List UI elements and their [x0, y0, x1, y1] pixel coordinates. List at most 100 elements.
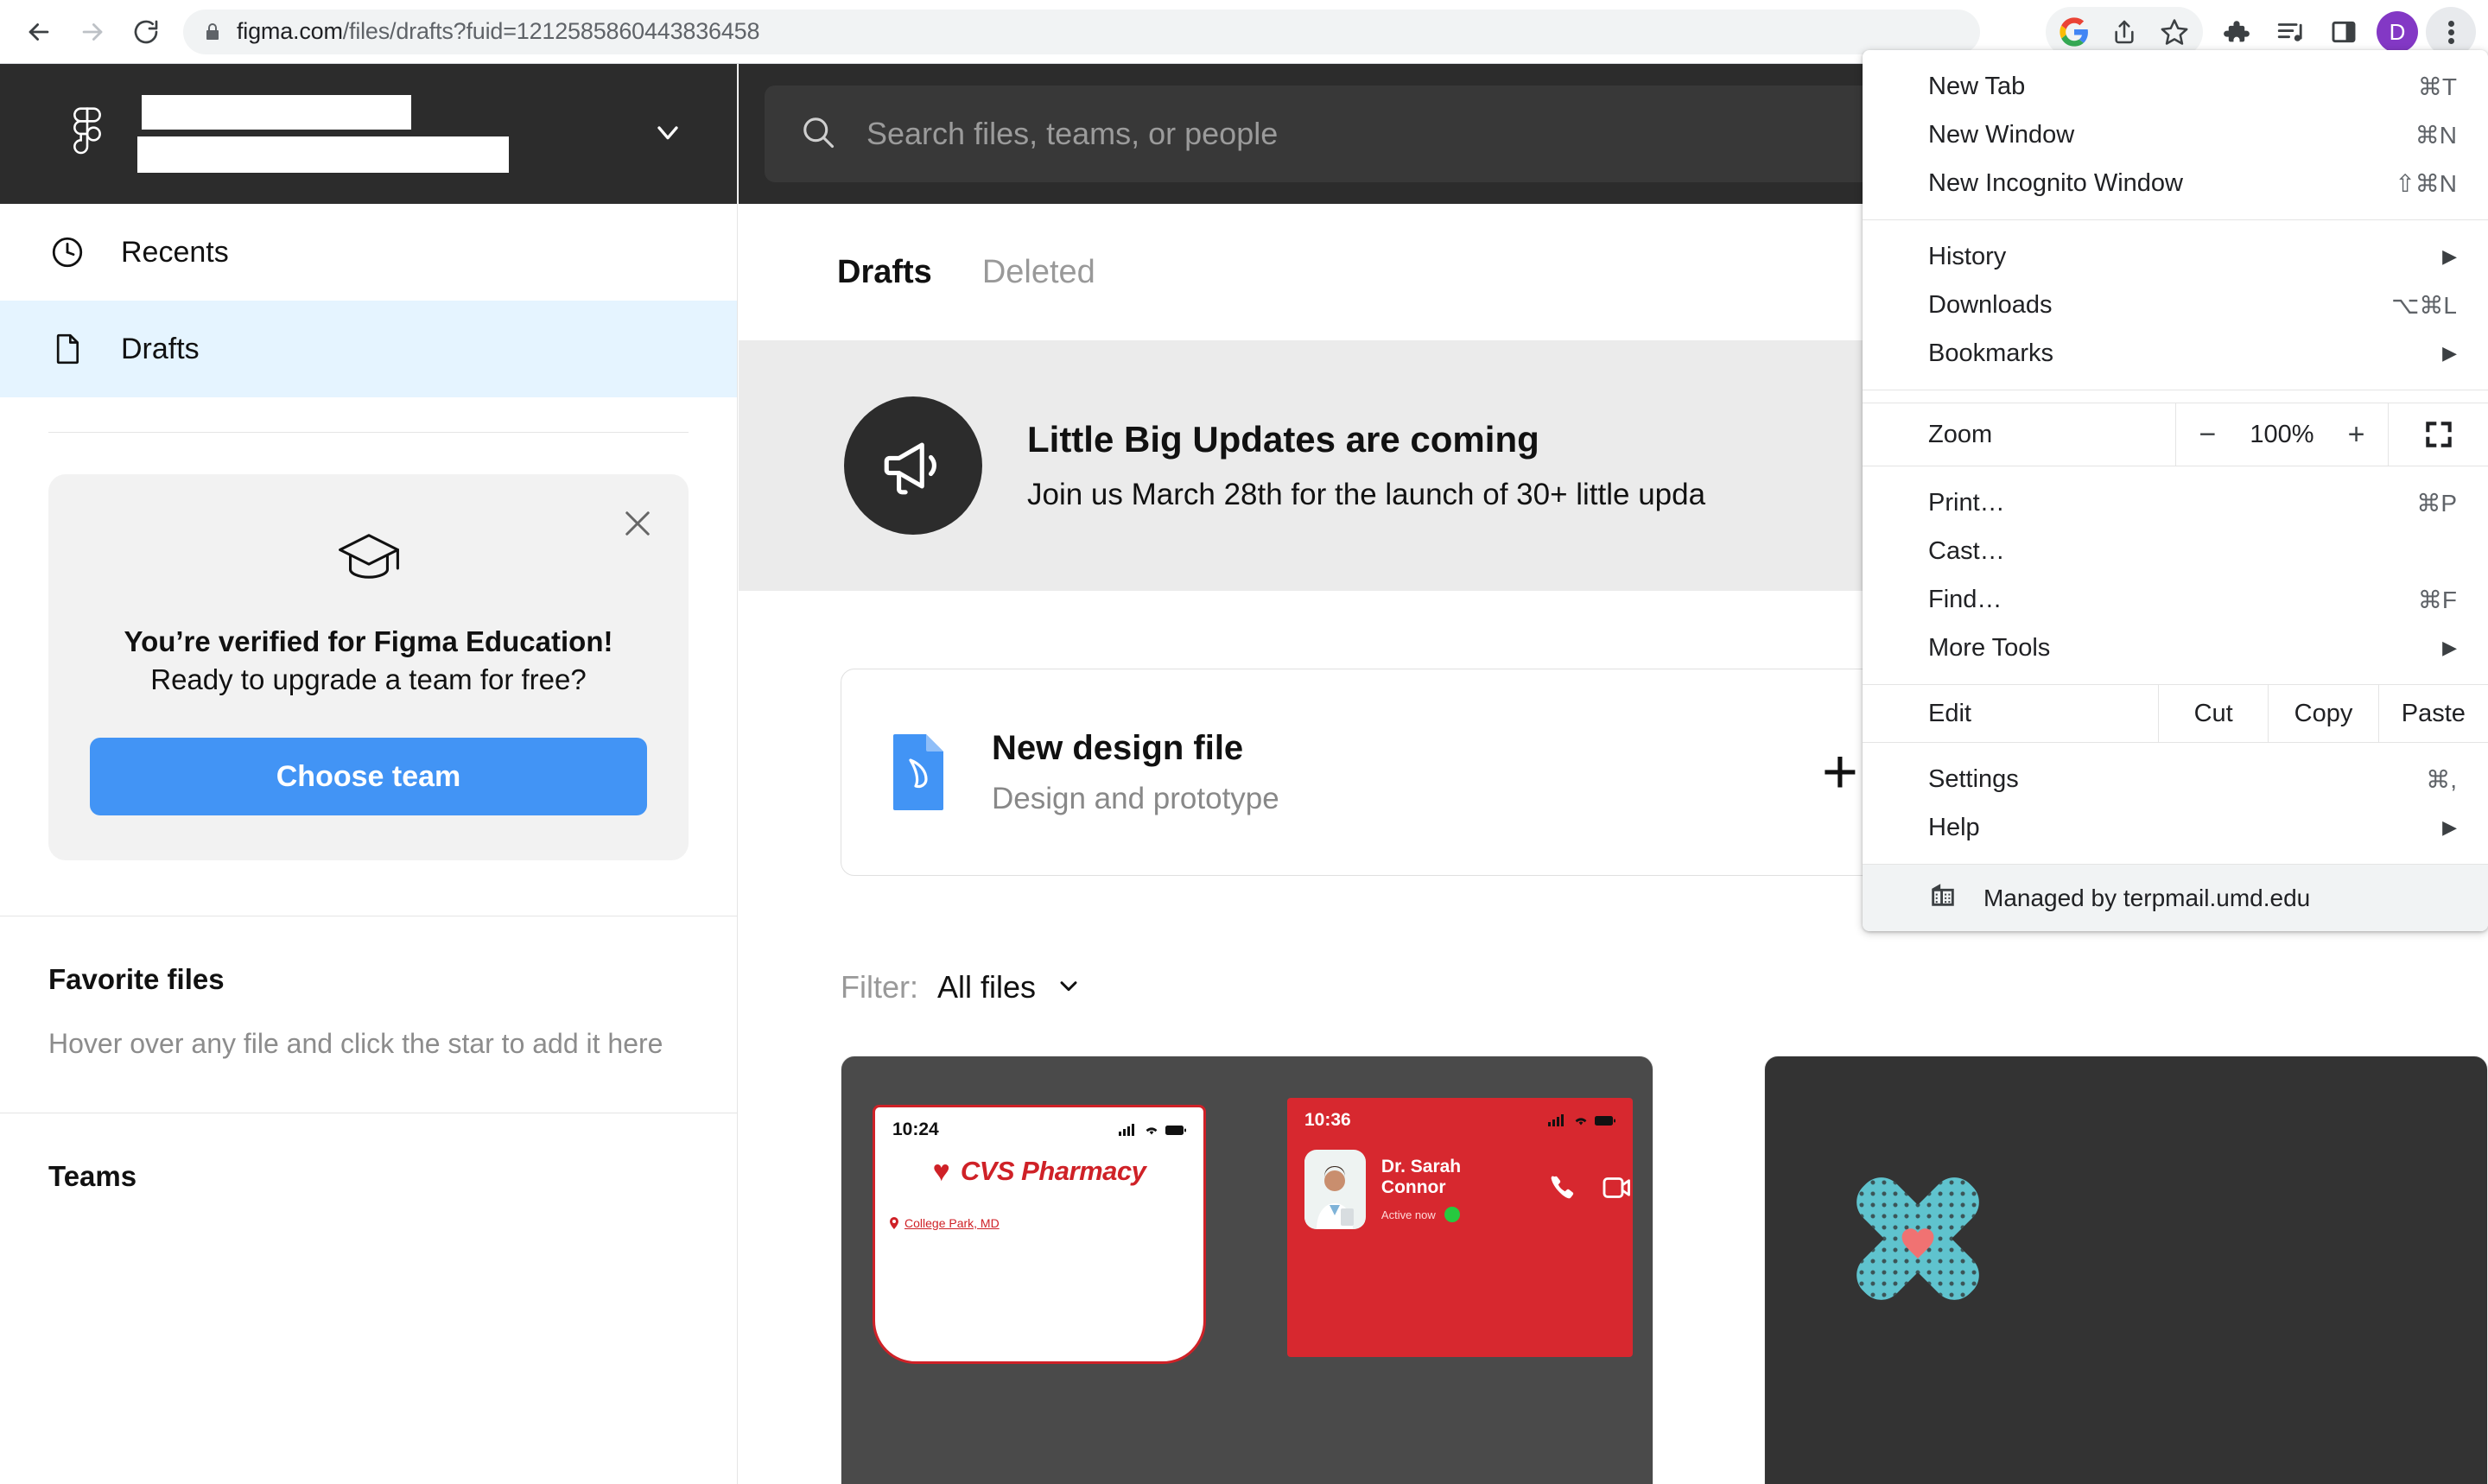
edit-label: Edit: [1928, 699, 1971, 727]
reload-icon[interactable]: [119, 5, 173, 59]
address-bar[interactable]: figma.com/files/drafts?fuid=121258586044…: [183, 9, 1980, 54]
menu-item-label: New Window: [1928, 120, 2075, 149]
menu-item-find[interactable]: Find… ⌘F: [1863, 575, 2488, 624]
call-actions: [1546, 1172, 1633, 1208]
megaphone-icon: [844, 396, 982, 535]
cut-button[interactable]: Cut: [2158, 685, 2268, 742]
doctor-status-label: Active now: [1380, 1208, 1436, 1221]
menu-item-history[interactable]: History ▶: [1863, 232, 2488, 281]
zoom-label: Zoom: [1928, 420, 1993, 448]
tab-drafts[interactable]: Drafts: [837, 254, 932, 291]
file-thumbnails: 10:24 ♥ CVS Pharmacy College Park, MD 10…: [739, 1005, 2488, 1484]
status-time: 10:24: [892, 1119, 939, 1139]
menu-item-new-tab[interactable]: New Tab ⌘T: [1863, 62, 2488, 111]
menu-item-label: Cast…: [1928, 536, 2005, 565]
menu-item-new-window[interactable]: New Window ⌘N: [1863, 111, 2488, 159]
menu-item-label: History: [1928, 242, 2007, 270]
chevron-down-icon[interactable]: [651, 115, 685, 154]
close-icon[interactable]: [618, 504, 657, 543]
back-arrow-icon[interactable]: [12, 5, 66, 59]
menu-edit-row: Edit Cut Copy Paste: [1863, 684, 2488, 743]
status-icons: [1548, 1113, 1615, 1127]
new-design-file-card[interactable]: New design file Design and prototype +: [841, 669, 1906, 876]
sidebar-item-recents[interactable]: Recents: [0, 204, 737, 301]
education-card-text-rest: Ready to upgrade a team for free?: [150, 663, 587, 695]
menu-item-downloads[interactable]: Downloads ⌥⌘L: [1863, 281, 2488, 329]
url-text: figma.com/files/drafts?fuid=121258586044…: [237, 18, 760, 44]
sidebar-account-header[interactable]: [0, 64, 737, 204]
store-location: College Park, MD: [889, 1216, 1203, 1230]
sidebar: Recents Drafts You’re verified for Figma…: [0, 64, 738, 1484]
menu-item-label: More Tools: [1928, 633, 2051, 662]
managed-by-row[interactable]: Managed by terpmail.umd.edu: [1863, 864, 2488, 931]
phone-mock-call: 10:36 Dr. Sarah Connor Active now: [1287, 1098, 1633, 1357]
paste-button[interactable]: Paste: [2377, 685, 2488, 742]
sidebar-item-label: Drafts: [121, 332, 200, 365]
file-icon: [48, 330, 86, 368]
store-location-label: College Park, MD: [904, 1216, 1000, 1230]
banner-title: Little Big Updates are coming: [1027, 419, 1539, 460]
chevron-down-icon[interactable]: [1055, 972, 1082, 1004]
navigation-buttons: [0, 5, 173, 59]
menu-item-label: Downloads: [1928, 290, 2053, 319]
menu-item-new-incognito-window[interactable]: New Incognito Window ⇧⌘N: [1863, 159, 2488, 207]
file-thumbnail-cvs[interactable]: 10:24 ♥ CVS Pharmacy College Park, MD 10…: [841, 1056, 1654, 1484]
menu-item-help[interactable]: Help ▶: [1863, 803, 2488, 852]
zoom-controls: − 100% +: [2175, 403, 2388, 466]
filter-value: All files: [937, 969, 1037, 1005]
menu-item-shortcut: ⌘F: [2417, 586, 2457, 613]
submenu-arrow-icon: ▶: [2442, 637, 2457, 658]
tab-deleted[interactable]: Deleted: [982, 254, 1095, 291]
submenu-arrow-icon: ▶: [2442, 245, 2457, 267]
menu-item-label: Help: [1928, 813, 1980, 841]
enterprise-building-icon: [1928, 880, 1958, 916]
sidebar-item-drafts[interactable]: Drafts: [0, 301, 737, 397]
copy-button[interactable]: Copy: [2268, 685, 2377, 742]
menu-zoom-row: Zoom − 100% +: [1863, 403, 2488, 466]
menu-item-shortcut: ⇧⌘N: [2395, 169, 2457, 197]
filter-label: Filter:: [841, 969, 918, 1005]
managed-by-label: Managed by terpmail.umd.edu: [1983, 884, 2311, 911]
status-time: 10:36: [1304, 1110, 1351, 1130]
chrome-main-menu: New Tab ⌘T New Window ⌘N New Incognito W…: [1863, 50, 2488, 931]
zoom-out-button[interactable]: −: [2187, 418, 2229, 452]
new-design-file-subtitle: Design and prototype: [992, 781, 1279, 815]
menu-item-shortcut: ⌘,: [2426, 765, 2457, 793]
menu-item-settings[interactable]: Settings ⌘,: [1863, 755, 2488, 803]
online-status-dot: [1444, 1207, 1460, 1222]
menu-item-shortcut: ⌥⌘L: [2391, 291, 2457, 319]
new-design-file-title: New design file: [992, 728, 1244, 767]
zoom-level-value: 100%: [2250, 420, 2314, 448]
search-placeholder: Search files, teams, or people: [866, 116, 1279, 151]
crossed-bandage-art: [1818, 1139, 2017, 1342]
teams-title: Teams: [48, 1160, 137, 1193]
phone-icon[interactable]: [1546, 1172, 1577, 1208]
divider: [48, 432, 689, 433]
menu-item-bookmarks[interactable]: Bookmarks ▶: [1863, 329, 2488, 377]
forward-arrow-icon[interactable]: [66, 5, 119, 59]
search-icon: [799, 113, 837, 155]
doctor-row: Dr. Sarah Connor Active now: [1287, 1131, 1633, 1229]
heart-icon: ♥: [932, 1155, 950, 1188]
choose-team-button[interactable]: Choose team: [90, 738, 647, 816]
fullscreen-icon[interactable]: [2388, 403, 2488, 466]
cvs-logo: ♥ CVS Pharmacy: [875, 1156, 1203, 1187]
menu-item-print[interactable]: Print… ⌘P: [1863, 479, 2488, 527]
video-camera-icon[interactable]: [1602, 1175, 1633, 1205]
sidebar-item-label: Recents: [121, 235, 229, 269]
menu-item-label: New Incognito Window: [1928, 168, 2183, 197]
menu-item-cast[interactable]: Cast…: [1863, 527, 2488, 575]
phone-mock-home: 10:24 ♥ CVS Pharmacy College Park, MD: [873, 1105, 1206, 1364]
menu-item-shortcut: ⌘N: [2415, 121, 2457, 149]
cvs-brand-text: CVS Pharmacy: [960, 1156, 1146, 1186]
menu-separator: [1863, 219, 2488, 220]
menu-item-more-tools[interactable]: More Tools ▶: [1863, 624, 2488, 672]
menu-item-label: Bookmarks: [1928, 339, 2054, 367]
redacted-account-name: [137, 95, 651, 173]
graduation-cap-icon: [90, 531, 647, 585]
zoom-in-button[interactable]: +: [2336, 418, 2377, 452]
lock-icon: [202, 22, 223, 42]
file-thumbnail-bandage[interactable]: [1764, 1056, 2488, 1484]
add-file-plus-icon[interactable]: +: [1822, 737, 1858, 808]
screen-root: figma.com/files/drafts?fuid=121258586044…: [0, 0, 2488, 1484]
